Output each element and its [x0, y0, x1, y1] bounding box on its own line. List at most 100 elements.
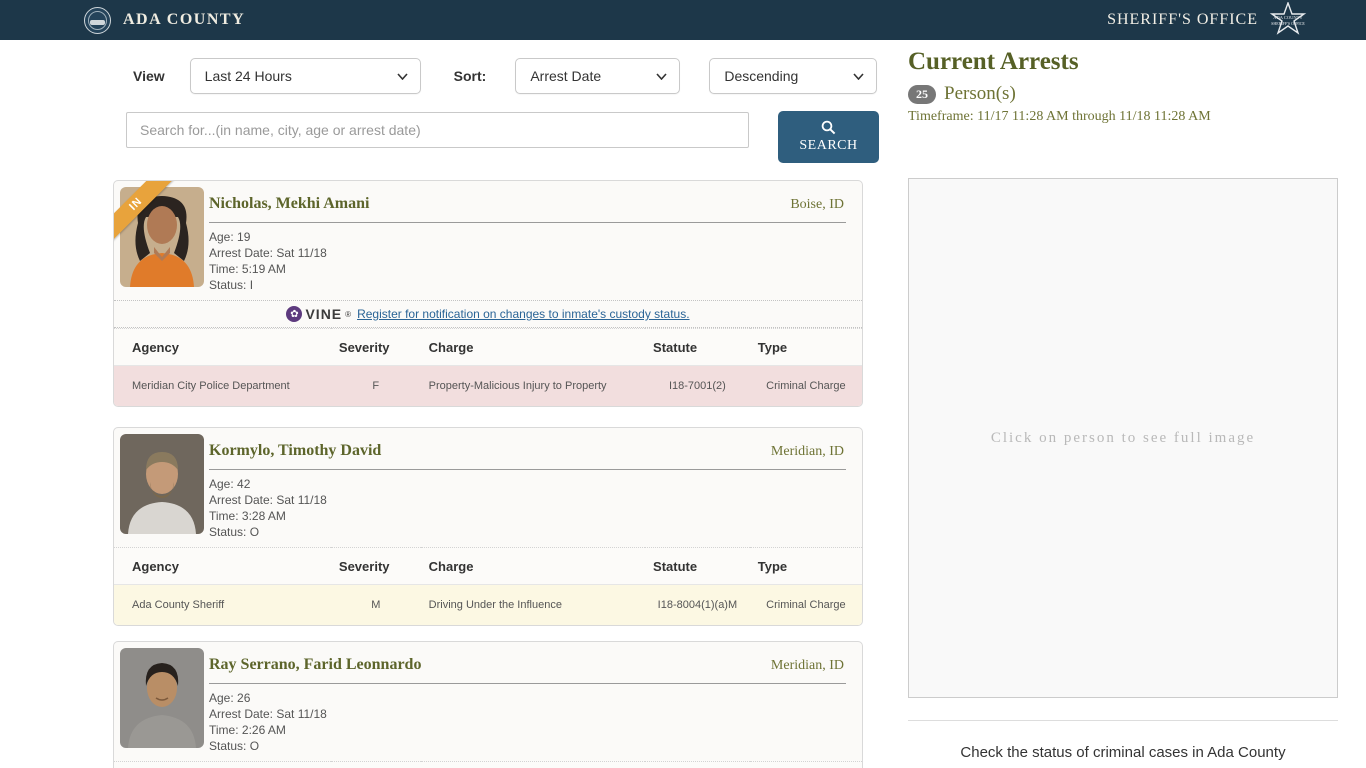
vine-notification-row: ✿ VINE ® Register for notification on ch… — [114, 300, 862, 328]
persons-count-line: 25 Person(s) — [908, 83, 1338, 105]
arrestee-name-link[interactable]: Kormylo, Timothy David — [209, 442, 381, 460]
col-agency: Agency — [114, 762, 331, 768]
arrestee-status: Status: O — [209, 738, 846, 754]
vine-registered-mark: ® — [345, 310, 351, 319]
charges-table: Agency Severity Charge Statute Type Meri… — [114, 328, 862, 406]
arrestee-age: Age: 26 — [209, 690, 846, 706]
charge-severity: F — [331, 366, 421, 407]
sort-order-select[interactable]: Descending — [709, 58, 877, 94]
full-image-preview-box[interactable]: Click on person to see full image — [908, 178, 1338, 698]
sort-label: Sort: — [454, 68, 487, 84]
charge-row: Ada County Sheriff M Driving Under the I… — [114, 585, 862, 626]
arrestee-arrest-date: Arrest Date: Sat 11/18 — [209, 245, 846, 261]
county-brand[interactable]: ADA COUNTY — [84, 7, 245, 34]
charge-agency: Ada County Sheriff — [114, 585, 331, 626]
arrestee-name-link[interactable]: Nicholas, Mekhi Amani — [209, 195, 369, 213]
mugshot-photo[interactable] — [120, 434, 204, 534]
county-title: ADA COUNTY — [123, 11, 245, 29]
results-column: View Last 24 Hours Sort: Arrest Date Des… — [113, 40, 879, 768]
current-arrests-panel: Current Arrests 25 Person(s) Timeframe: … — [908, 40, 1338, 761]
charge-agency: Meridian City Police Department — [114, 366, 331, 407]
arrestee-details: Age: 26 Arrest Date: Sat 11/18 Time: 2:2… — [209, 684, 846, 761]
col-type: Type — [750, 329, 862, 366]
charge-type: Criminal Charge — [750, 366, 862, 407]
arrest-card-header: Ray Serrano, Farid Leonnardo Meridian, I… — [114, 642, 862, 761]
charges-table: Agency Severity Charge Statute Type Ada … — [114, 547, 862, 625]
arrestee-status: Status: O — [209, 524, 846, 540]
charges-header-row: Agency Severity Charge Statute Type — [114, 548, 862, 585]
col-charge: Charge — [421, 762, 645, 768]
col-type: Type — [750, 762, 862, 768]
sheriff-office-title: SHERIFF'S OFFICE — [1107, 11, 1258, 29]
criminal-cases-text: Check the status of criminal cases in Ad… — [908, 744, 1338, 761]
view-select[interactable]: Last 24 Hours — [190, 58, 421, 94]
view-label: View — [133, 68, 165, 84]
arrestee-city: Boise, ID — [790, 197, 844, 213]
chevron-down-icon — [656, 73, 667, 80]
col-severity: Severity — [331, 762, 421, 768]
vine-register-link[interactable]: Register for notification on changes to … — [357, 307, 689, 321]
arrestee-city: Meridian, ID — [771, 444, 844, 460]
arrestee-city: Meridian, ID — [771, 658, 844, 674]
top-header-bar: ADA COUNTY SHERIFF'S OFFICE ADA COUNTY S… — [0, 0, 1366, 40]
charges-header-row: Agency Severity Charge Statute Type — [114, 762, 862, 768]
col-charge: Charge — [421, 548, 645, 585]
charge-severity: M — [331, 585, 421, 626]
search-button[interactable]: SEARCH — [778, 111, 879, 163]
sheriff-star-icon: ADA COUNTY SHERIFF'S OFFICE — [1268, 2, 1308, 38]
arrestee-age: Age: 42 — [209, 476, 846, 492]
panel-divider — [908, 720, 1338, 721]
col-statute: Statute — [645, 329, 750, 366]
col-type: Type — [750, 548, 862, 585]
col-charge: Charge — [421, 329, 645, 366]
arrest-card: IN Nicholas, Mekhi Amani Boise, ID Age: … — [113, 180, 863, 407]
arrestee-time: Time: 2:26 AM — [209, 722, 846, 738]
mugshot-photo[interactable] — [120, 648, 204, 748]
search-input[interactable] — [126, 112, 749, 148]
col-severity: Severity — [331, 329, 421, 366]
panel-title: Current Arrests — [908, 48, 1338, 76]
col-statute: Statute — [645, 548, 750, 585]
arrestee-status: Status: I — [209, 277, 846, 293]
arrestee-details: Age: 42 Arrest Date: Sat 11/18 Time: 3:2… — [209, 470, 846, 547]
name-row: Nicholas, Mekhi Amani Boise, ID — [209, 191, 846, 223]
arrestee-arrest-date: Arrest Date: Sat 11/18 — [209, 706, 846, 722]
arrestee-time: Time: 3:28 AM — [209, 508, 846, 524]
arrestee-details: Age: 19 Arrest Date: Sat 11/18 Time: 5:1… — [209, 223, 846, 300]
arrest-card-header: IN Nicholas, Mekhi Amani Boise, ID Age: … — [114, 181, 862, 300]
col-agency: Agency — [114, 548, 331, 585]
persons-label: Person(s) — [944, 83, 1016, 105]
charges-table: Agency Severity Charge Statute Type — [114, 761, 862, 768]
view-select-value: Last 24 Hours — [205, 68, 292, 84]
sort-order-value: Descending — [724, 68, 798, 84]
arrest-card: Kormylo, Timothy David Meridian, ID Age:… — [113, 427, 863, 626]
charge-description: Driving Under the Influence — [421, 585, 645, 626]
search-icon — [821, 120, 836, 135]
arrest-card: Ray Serrano, Farid Leonnardo Meridian, I… — [113, 641, 863, 768]
name-row: Ray Serrano, Farid Leonnardo Meridian, I… — [209, 652, 846, 684]
sort-field-select[interactable]: Arrest Date — [515, 58, 680, 94]
col-statute: Statute — [645, 762, 750, 768]
sheriff-office-brand[interactable]: SHERIFF'S OFFICE ADA COUNTY SHERIFF'S OF… — [1107, 2, 1308, 38]
page-main: View Last 24 Hours Sort: Arrest Date Des… — [0, 40, 1366, 768]
sort-field-value: Arrest Date — [530, 68, 601, 84]
search-button-label: SEARCH — [799, 138, 857, 154]
mugshot-photo[interactable] — [120, 187, 204, 287]
charge-statute: I18-7001(2) — [645, 366, 750, 407]
timeframe-text: Timeframe: 11/17 11:28 AM through 11/18 … — [908, 109, 1338, 125]
col-agency: Agency — [114, 329, 331, 366]
arrestee-age: Age: 19 — [209, 229, 846, 245]
search-bar: SEARCH — [113, 111, 879, 163]
preview-placeholder-text: Click on person to see full image — [991, 430, 1255, 447]
svg-text:ADA COUNTY: ADA COUNTY — [1273, 15, 1303, 20]
arrestee-name-link[interactable]: Ray Serrano, Farid Leonnardo — [209, 656, 421, 674]
vine-brand-text: VINE — [305, 306, 342, 322]
col-severity: Severity — [331, 548, 421, 585]
chevron-down-icon — [853, 73, 864, 80]
vine-icon: ✿ — [286, 306, 302, 322]
charges-header-row: Agency Severity Charge Statute Type — [114, 329, 862, 366]
svg-text:SHERIFF'S OFFICE: SHERIFF'S OFFICE — [1271, 21, 1305, 26]
charge-type: Criminal Charge — [750, 585, 862, 626]
arrest-card-header: Kormylo, Timothy David Meridian, ID Age:… — [114, 428, 862, 547]
ada-county-seal-icon — [84, 7, 111, 34]
